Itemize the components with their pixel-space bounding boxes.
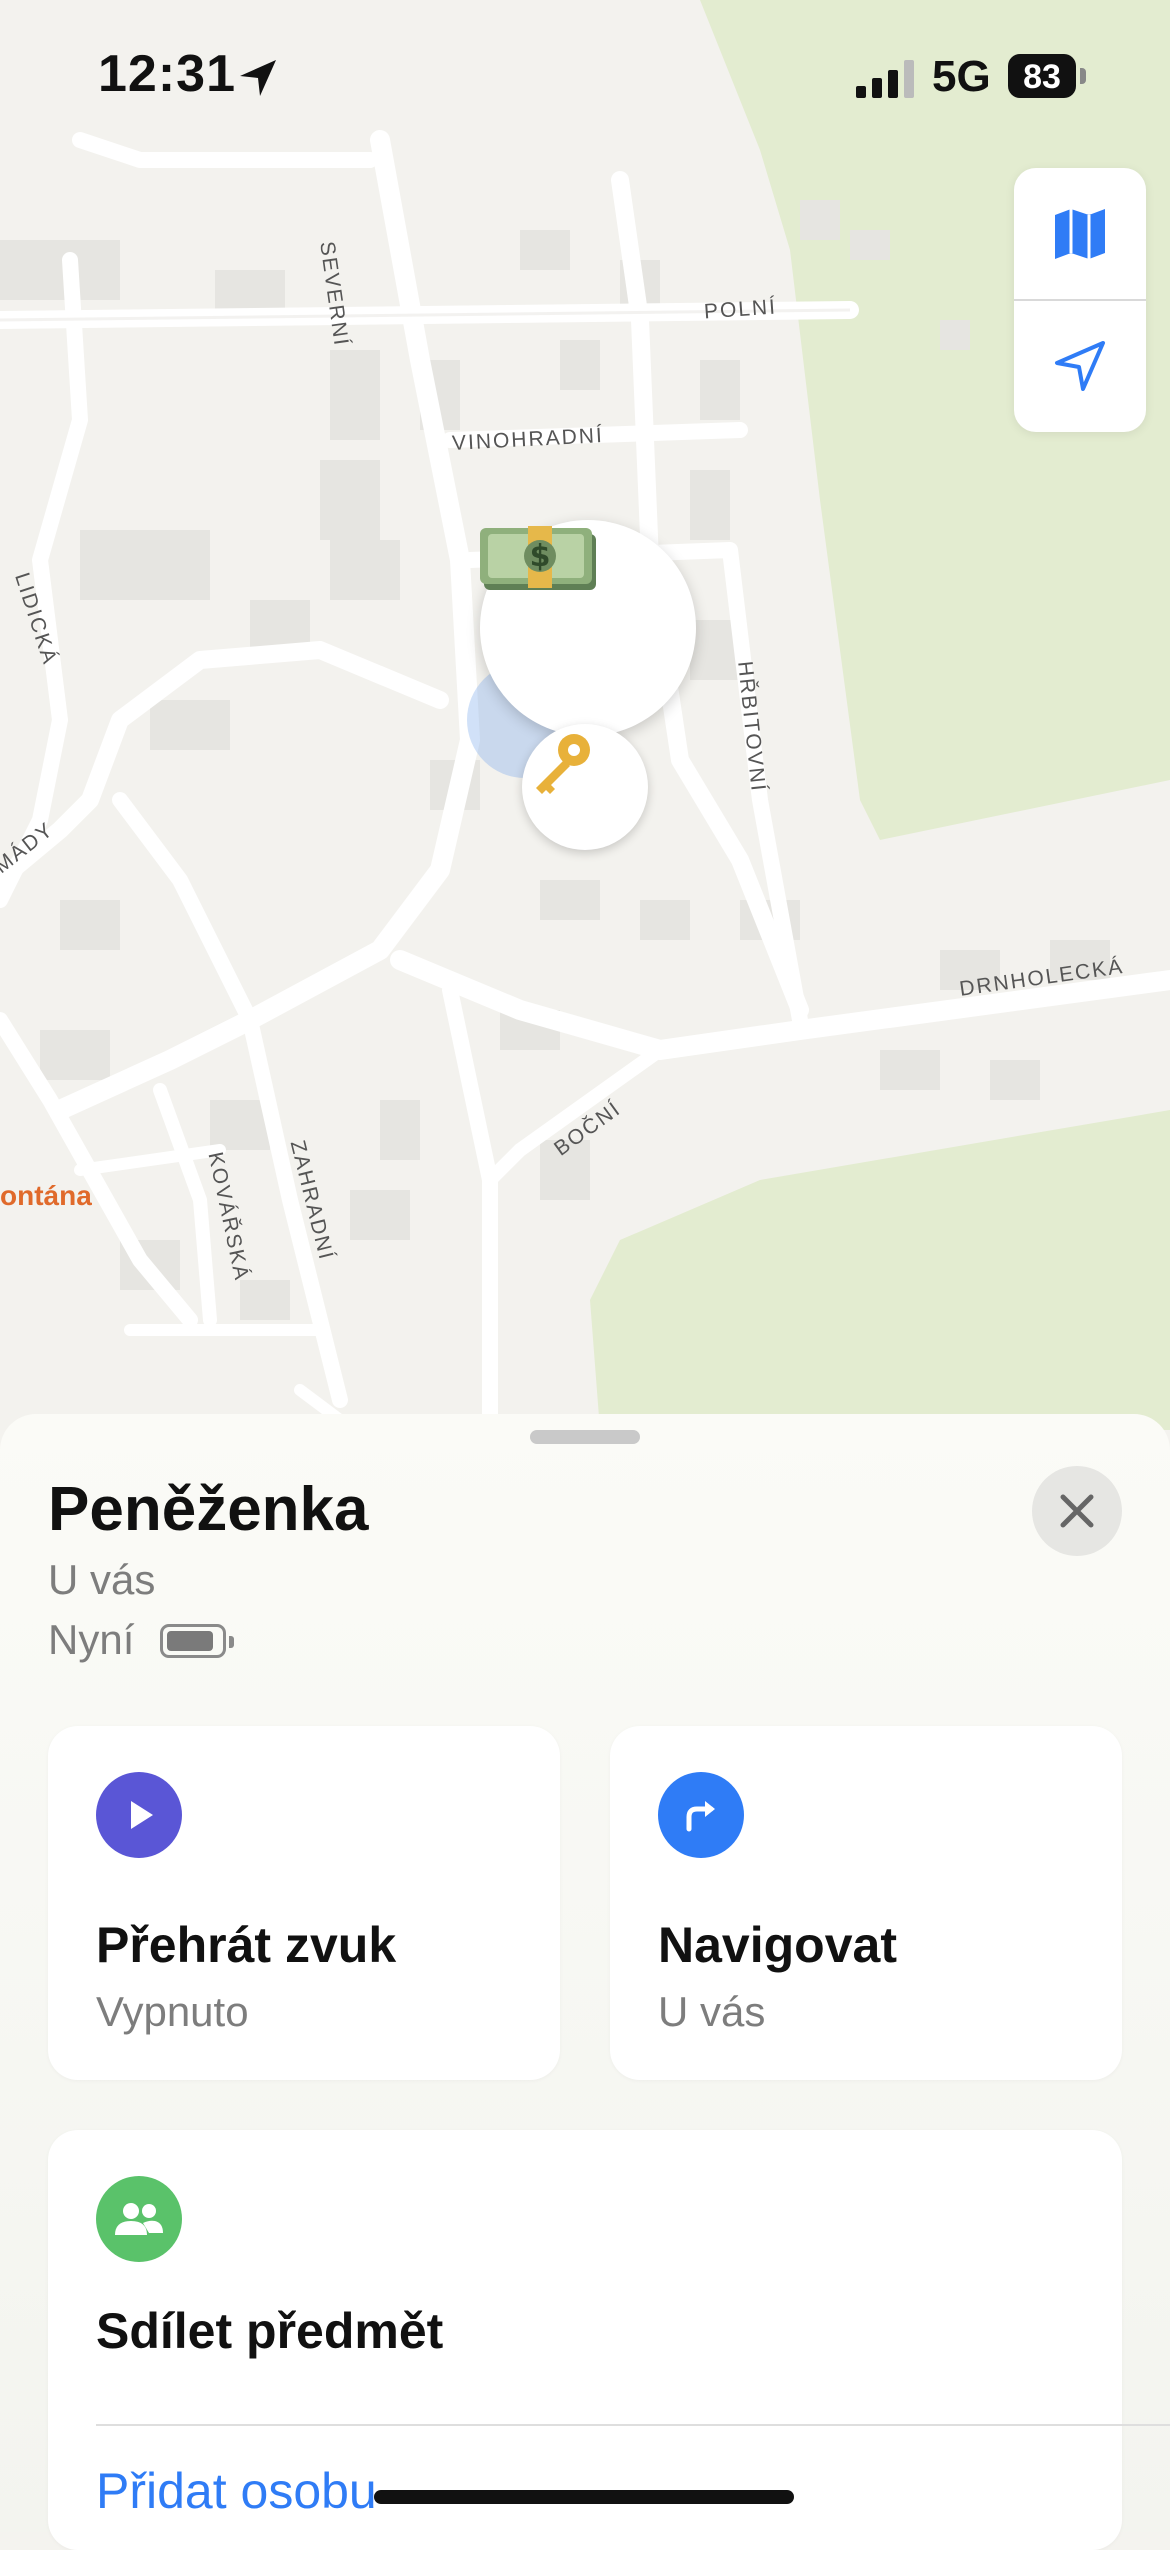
- locate-me-button[interactable]: [1014, 300, 1146, 432]
- map-view[interactable]: SEVERNÍ POLNÍ VINOHRADNÍ LIDICKÁ HŘBITOV…: [0, 0, 1170, 1430]
- svg-text:$: $: [530, 539, 551, 574]
- map-controls: [1014, 168, 1146, 432]
- directions-icon: [658, 1772, 744, 1858]
- home-indicator[interactable]: [374, 2490, 794, 2504]
- poi-label[interactable]: ontána: [0, 1180, 92, 1212]
- battery-level: 83: [1023, 58, 1061, 96]
- location-arrow-outline-icon: [1055, 341, 1105, 391]
- item-location-pin[interactable]: $: [480, 520, 696, 736]
- navigate-value: U vás: [658, 1988, 766, 2035]
- item-detail-sheet: Peněženka U vás Nyní Přehrát zvuk Vypnut…: [0, 1414, 1170, 2550]
- play-sound-value: Vypnuto: [96, 1988, 249, 2035]
- close-icon: [1060, 1494, 1094, 1528]
- item-location: U vás: [48, 1556, 156, 1603]
- share-item-card: Sdílet předmět Přidat osobu: [48, 2130, 1170, 2550]
- play-sound-card[interactable]: Přehrát zvuk Vypnuto: [48, 1726, 560, 2080]
- close-button[interactable]: [1032, 1466, 1122, 1556]
- status-time: 12:31: [98, 45, 236, 103]
- item-battery-icon: [160, 1624, 234, 1658]
- play-icon: [96, 1772, 182, 1858]
- network-type: 5G: [932, 52, 991, 101]
- owner-location-pin[interactable]: [522, 724, 648, 850]
- location-arrow-icon: [240, 60, 276, 96]
- status-bar: 12:31 5G 83: [0, 0, 1170, 140]
- map-icon: [1055, 209, 1105, 259]
- key-emoji-icon: [536, 734, 590, 794]
- money-emoji-icon: $: [480, 526, 596, 590]
- share-item-label: Sdílet předmět: [96, 2303, 444, 2359]
- people-icon: [96, 2176, 182, 2262]
- battery-icon: 83: [1008, 54, 1088, 98]
- play-sound-label: Přehrát zvuk: [96, 1917, 397, 1973]
- sheet-grabber[interactable]: [530, 1430, 640, 1444]
- divider: [96, 2424, 1170, 2426]
- cellular-signal-icon: [856, 60, 914, 98]
- add-person-button[interactable]: Přidat osobu: [96, 2462, 377, 2520]
- map-style-button[interactable]: [1014, 168, 1146, 300]
- item-updated: Nyní: [48, 1616, 135, 1663]
- navigate-label: Navigovat: [658, 1917, 897, 1973]
- item-title: Peněženka: [48, 1475, 369, 1544]
- street-label-polni: POLNÍ: [703, 295, 778, 324]
- navigate-card[interactable]: Navigovat U vás: [610, 1726, 1122, 2080]
